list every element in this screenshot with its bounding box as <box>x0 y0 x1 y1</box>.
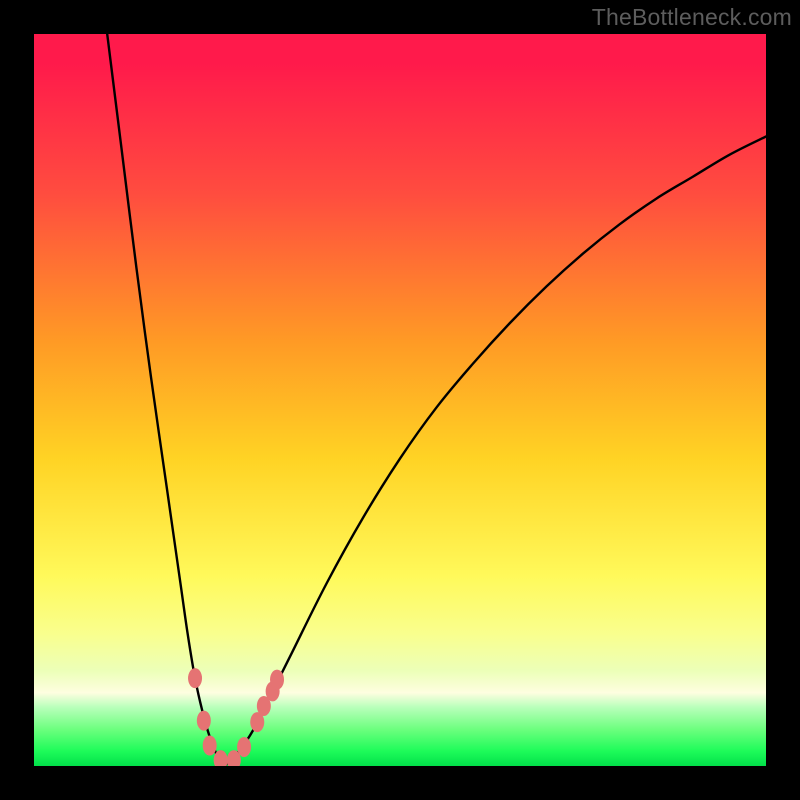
curve-left-branch <box>107 34 224 766</box>
data-marker <box>237 737 251 757</box>
chart-frame: TheBottleneck.com <box>0 0 800 800</box>
bottleneck-curve <box>0 0 800 800</box>
data-marker <box>270 670 284 690</box>
data-marker <box>197 711 211 731</box>
data-marker <box>203 736 217 756</box>
curve-right-branch <box>224 136 766 766</box>
watermark-text: TheBottleneck.com <box>592 4 792 31</box>
data-marker <box>214 750 228 770</box>
data-marker <box>188 668 202 688</box>
